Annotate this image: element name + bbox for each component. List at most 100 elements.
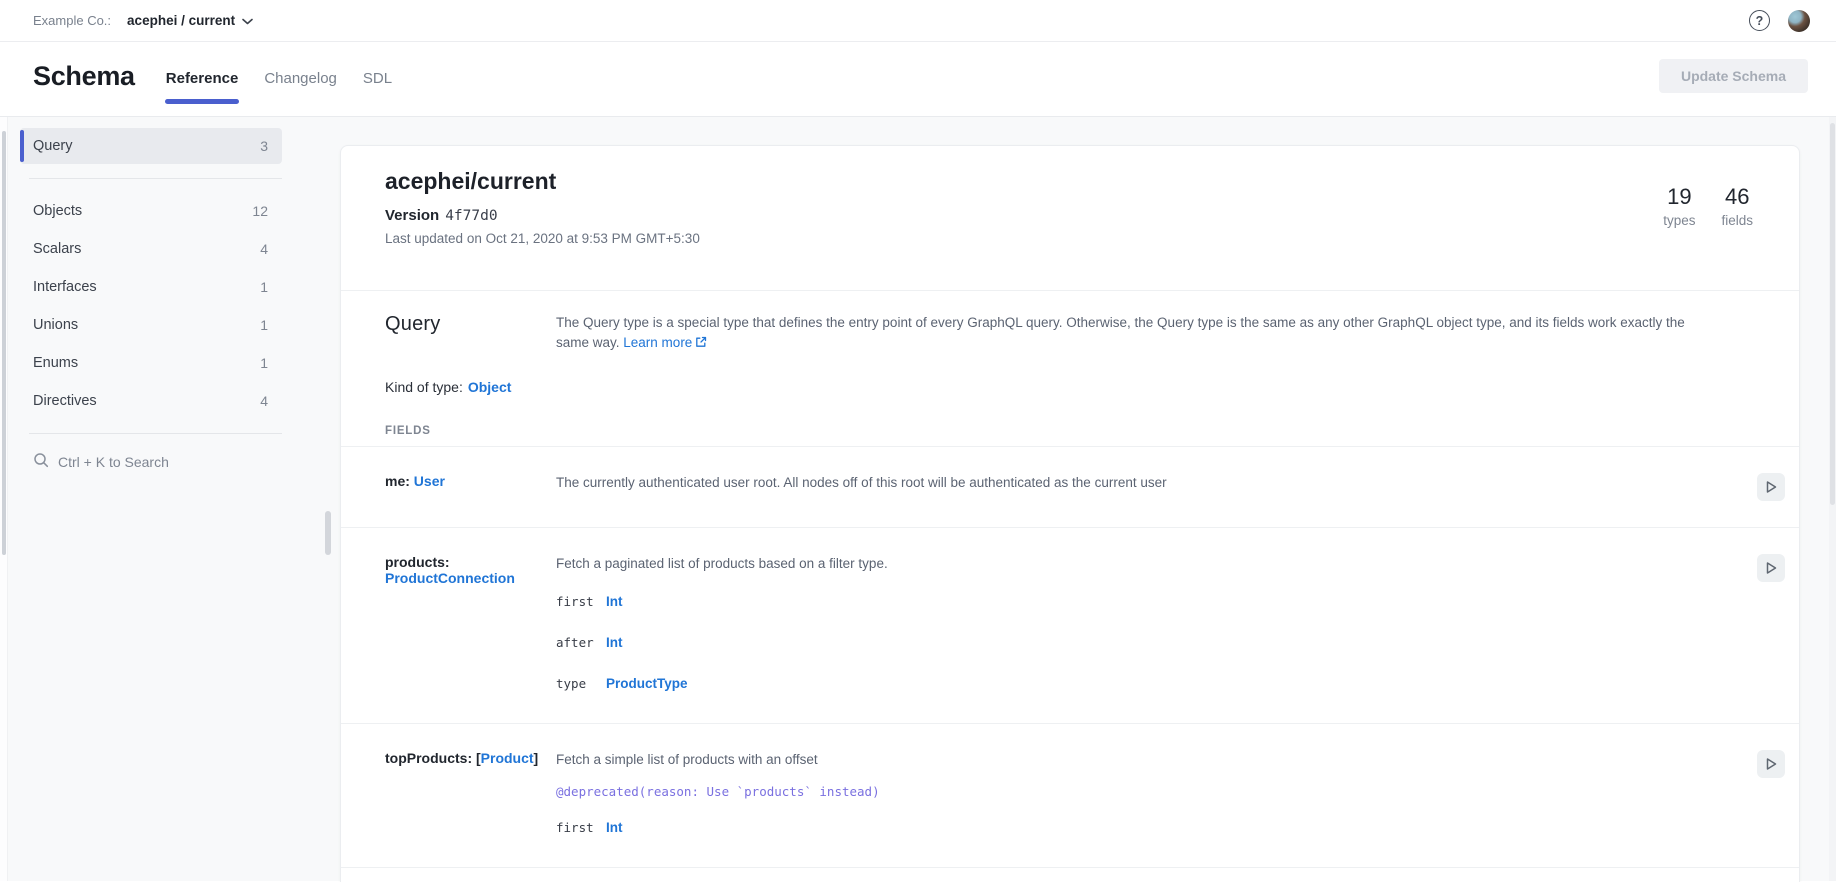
sidebar-item-count: 4 xyxy=(260,241,268,257)
page-header: Schema Reference Changelog SDL Update Sc… xyxy=(0,42,1836,117)
arg-row: first Int xyxy=(556,813,1711,841)
sidebar-item-label: Query xyxy=(33,138,73,154)
right-scrollbar-thumb[interactable] xyxy=(1830,123,1835,505)
top-bar: Example Co.: acephei / current ? xyxy=(0,0,1836,42)
type-description: The Query type is a special type that de… xyxy=(556,313,1736,353)
arg-row: after Int xyxy=(556,628,1711,656)
arg-type-link[interactable]: Int xyxy=(606,635,623,650)
stat-fields-label: fields xyxy=(1721,213,1753,228)
left-scrollbar[interactable] xyxy=(0,117,8,881)
sidebar-item-label: Scalars xyxy=(33,241,81,257)
project-switcher[interactable]: acephei / current xyxy=(127,12,253,30)
stat-types-label: types xyxy=(1663,213,1695,228)
body-area: Query 3 Objects 12 Scalars 4 Interfaces … xyxy=(0,117,1836,881)
sidebar-item-enums[interactable]: Enums 1 xyxy=(20,345,282,381)
arg-row: type ProductType xyxy=(556,669,1711,697)
kind-value-link[interactable]: Object xyxy=(468,379,512,395)
fields-heading: FIELDS xyxy=(341,395,1799,437)
play-icon xyxy=(1763,756,1779,772)
schema-search[interactable]: Ctrl + K to Search xyxy=(33,452,282,471)
arg-type-link[interactable]: ProductType xyxy=(606,676,688,691)
type-section-query: Query The Query type is a special type t… xyxy=(341,291,1799,868)
sidebar-item-label: Directives xyxy=(33,393,97,409)
graph-title: acephei/current xyxy=(385,166,1755,196)
sidebar-item-scalars[interactable]: Scalars 4 xyxy=(20,231,282,267)
schema-stats: 19 types 46 fields xyxy=(1663,184,1753,228)
field-args: first Int xyxy=(556,813,1711,841)
sidebar-item-interfaces[interactable]: Interfaces 1 xyxy=(20,269,282,305)
project-name: acephei / current xyxy=(127,13,235,28)
field-name: topProducts: [ xyxy=(385,750,481,766)
schema-reference-card: acephei/current Version4f77d0 Last updat… xyxy=(340,145,1800,882)
right-scrollbar[interactable] xyxy=(1829,117,1836,881)
sidebar-item-directives[interactable]: Directives 4 xyxy=(20,383,282,419)
divider xyxy=(341,867,1799,868)
version-label: Version xyxy=(385,207,439,224)
field-details: The currently authenticated user root. A… xyxy=(556,473,1741,501)
kind-of-type-row: Kind of type: Object xyxy=(341,353,1799,395)
version-row: Version 4f77d0 xyxy=(385,207,1755,224)
sidebar-item-label: Enums xyxy=(33,355,78,371)
field-row-products: products: ProductConnection Fetch a pagi… xyxy=(341,528,1799,723)
run-in-explorer-button[interactable] xyxy=(1757,554,1785,582)
sidebar-divider xyxy=(29,433,282,434)
field-description: Fetch a simple list of products with an … xyxy=(556,750,1711,769)
sidebar-item-objects[interactable]: Objects 12 xyxy=(20,193,282,229)
version-value: 4f77d0 xyxy=(445,208,497,224)
field-row-me: me: User The currently authenticated use… xyxy=(341,447,1799,527)
field-name: products: xyxy=(385,554,450,570)
sidebar-item-unions[interactable]: Unions 1 xyxy=(20,307,282,343)
field-signature: me: User xyxy=(385,473,556,501)
help-icon[interactable]: ? xyxy=(1749,10,1770,31)
field-type-link[interactable]: Product xyxy=(481,750,534,766)
sidebar-divider xyxy=(29,178,282,179)
run-in-explorer-button[interactable] xyxy=(1757,750,1785,778)
field-type-link[interactable]: ProductConnection xyxy=(385,570,515,586)
play-icon xyxy=(1763,479,1779,495)
deprecated-annotation: @deprecated(reason: Use `products` inste… xyxy=(556,784,1711,799)
stat-fields-value: 46 xyxy=(1721,184,1753,210)
field-details: Fetch a paginated list of products based… xyxy=(556,554,1741,697)
sidebar-item-label: Interfaces xyxy=(33,279,97,295)
type-name: Query xyxy=(385,313,556,353)
sidebar-item-count: 4 xyxy=(260,393,268,409)
field-signature: products: ProductConnection xyxy=(385,554,556,697)
field-type-link[interactable]: User xyxy=(414,473,445,489)
arg-name: after xyxy=(556,635,606,650)
kind-label: Kind of type: xyxy=(385,379,463,395)
learn-more-label: Learn more xyxy=(623,335,692,350)
page-title: Schema xyxy=(33,61,135,92)
topbar-right: ? xyxy=(1749,10,1810,32)
play-icon xyxy=(1763,560,1779,576)
tab-sdl[interactable]: SDL xyxy=(362,68,393,89)
learn-more-link[interactable]: Learn more xyxy=(623,335,707,350)
sidebar-item-label: Unions xyxy=(33,317,78,333)
stat-types-value: 19 xyxy=(1663,184,1695,210)
sidebar-item-count: 12 xyxy=(252,203,268,219)
field-description: The currently authenticated user root. A… xyxy=(556,473,1711,492)
search-hint: Ctrl + K to Search xyxy=(58,454,169,470)
schema-sidebar: Query 3 Objects 12 Scalars 4 Interfaces … xyxy=(8,117,296,881)
run-in-explorer-button[interactable] xyxy=(1757,473,1785,501)
content-scrollbar-thumb[interactable] xyxy=(325,511,331,555)
type-header-row: Query The Query type is a special type t… xyxy=(341,291,1799,353)
arg-type-link[interactable]: Int xyxy=(606,594,623,609)
arg-row: first Int xyxy=(556,587,1711,615)
stat-types: 19 types xyxy=(1663,184,1695,228)
sidebar-item-count: 1 xyxy=(260,279,268,295)
sidebar-item-count: 1 xyxy=(260,355,268,371)
field-type-suffix: ] xyxy=(534,750,539,766)
field-signature: topProducts: [Product] xyxy=(385,750,556,841)
left-scrollbar-thumb[interactable] xyxy=(2,131,6,555)
field-args: first Int after Int type ProductType xyxy=(556,587,1711,697)
external-link-icon xyxy=(695,334,707,354)
tab-changelog[interactable]: Changelog xyxy=(263,68,338,89)
graph-header: acephei/current Version4f77d0 Last updat… xyxy=(341,146,1799,246)
user-avatar[interactable] xyxy=(1788,10,1810,32)
update-schema-button[interactable]: Update Schema xyxy=(1659,59,1808,93)
field-description: Fetch a paginated list of products based… xyxy=(556,554,1711,573)
arg-name: type xyxy=(556,676,606,691)
sidebar-item-query[interactable]: Query 3 xyxy=(20,128,282,164)
tab-reference[interactable]: Reference xyxy=(165,68,240,89)
arg-type-link[interactable]: Int xyxy=(606,820,623,835)
